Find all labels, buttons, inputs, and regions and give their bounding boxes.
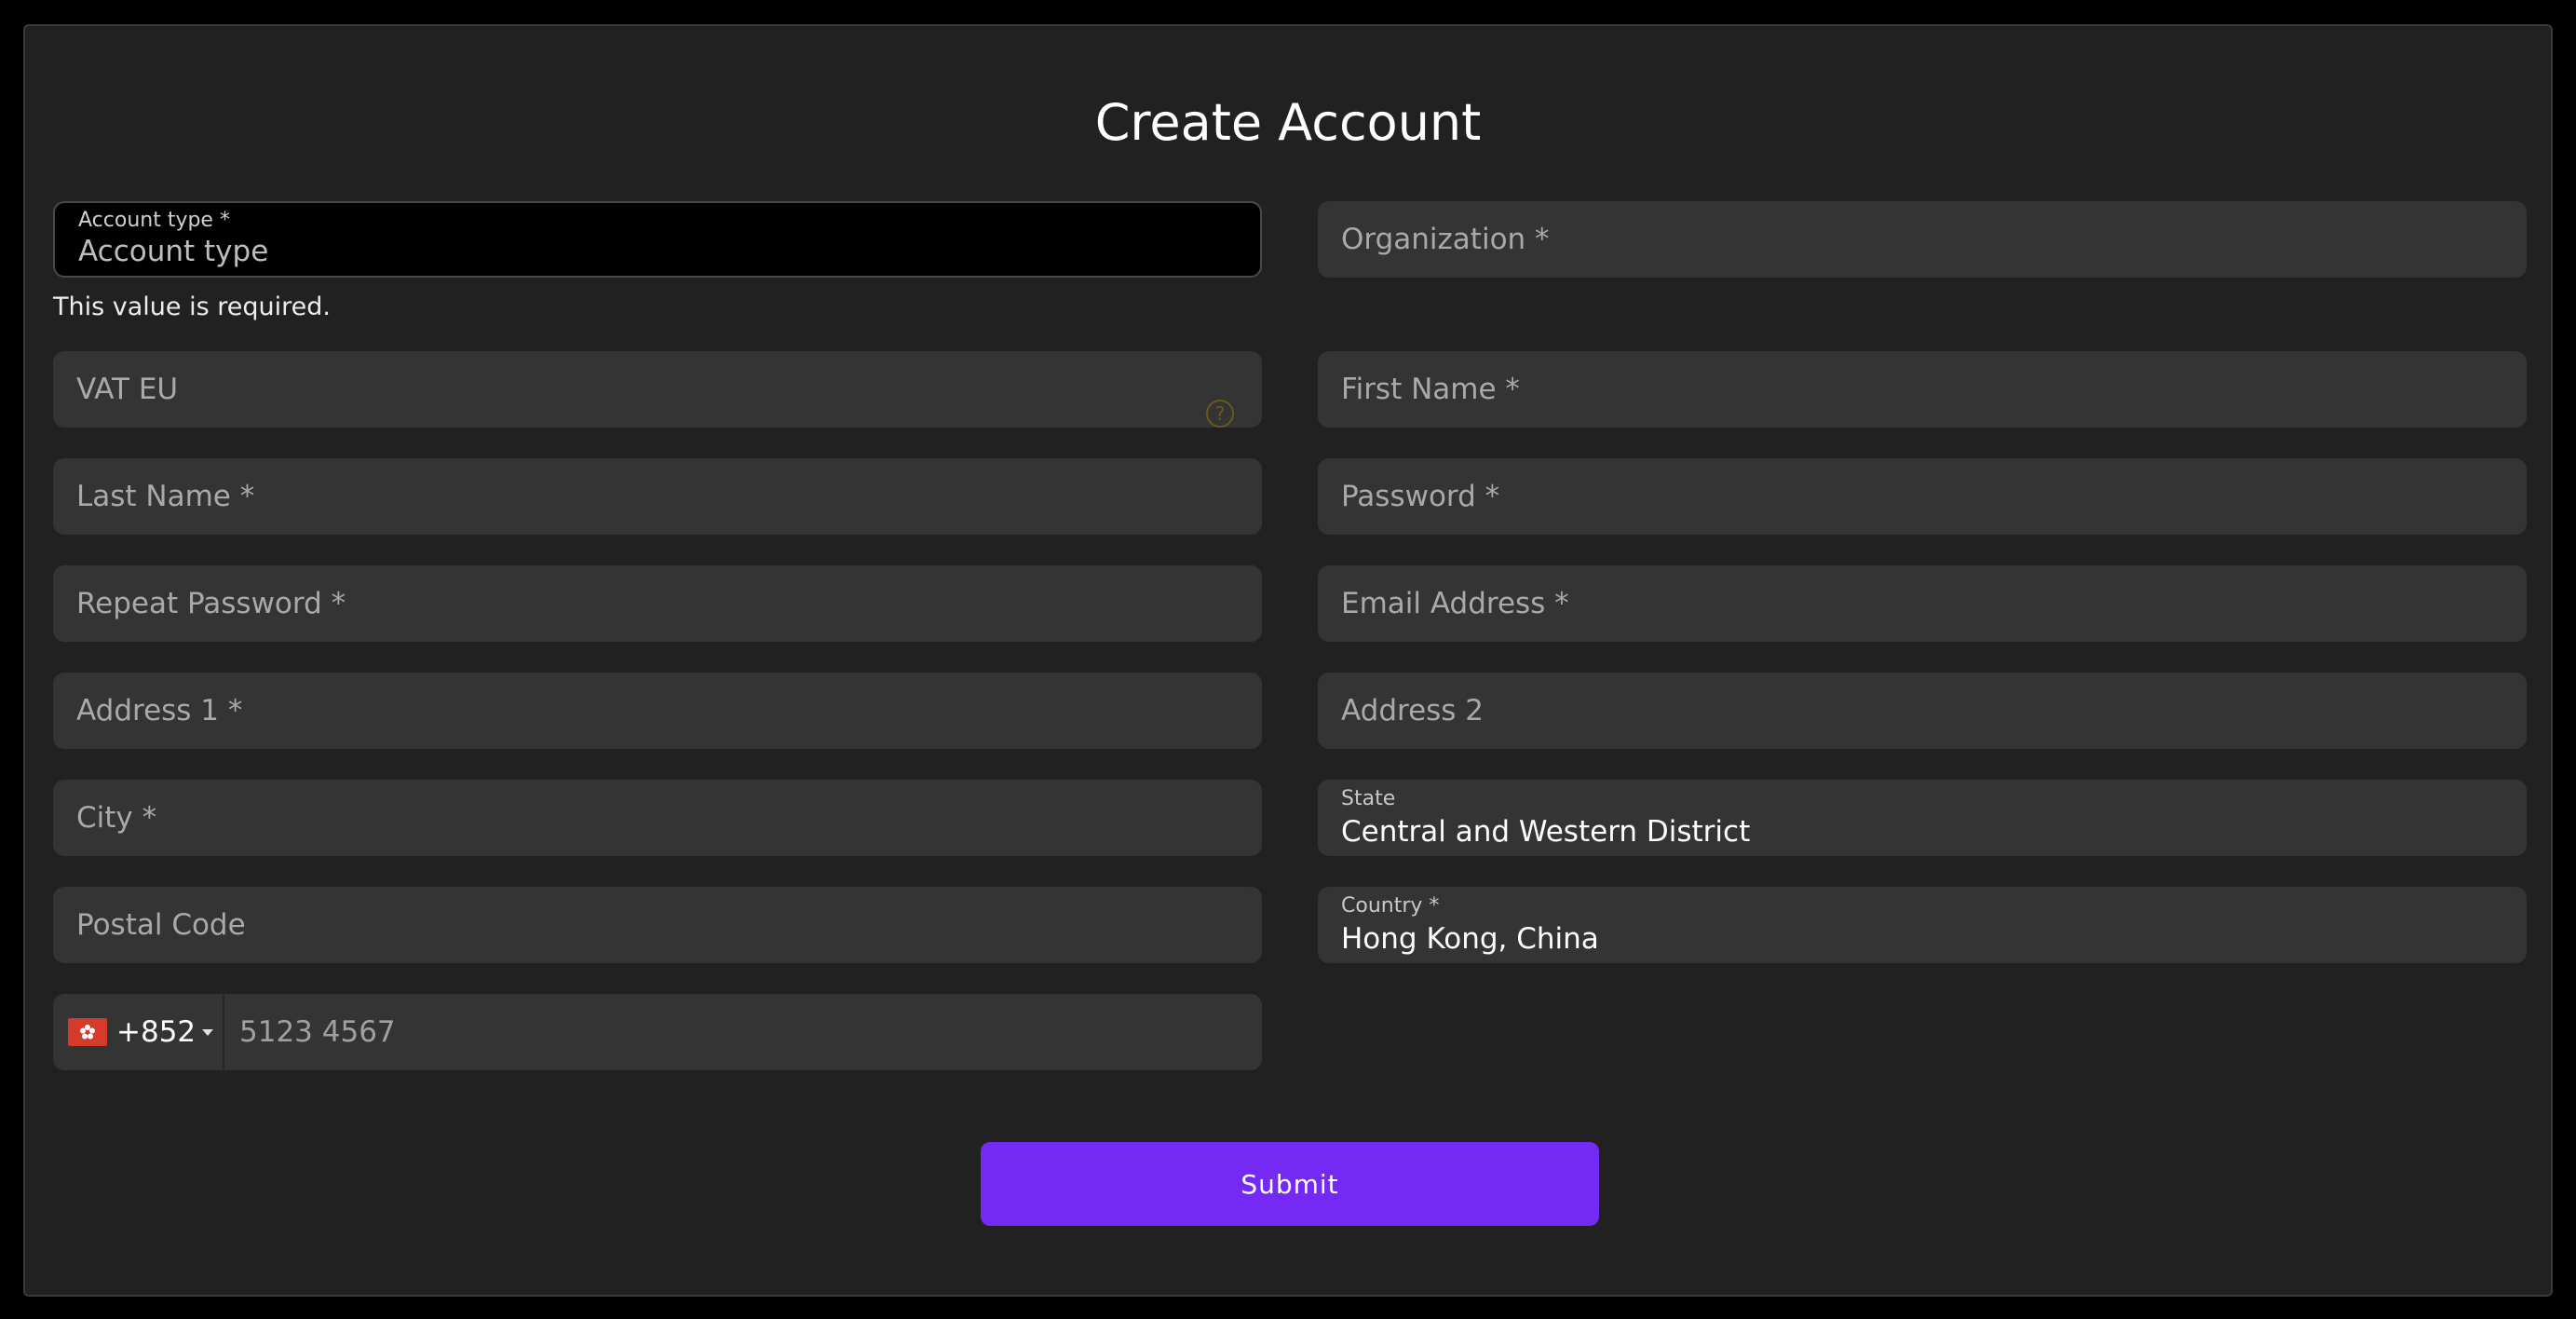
help-icon[interactable]: ?: [1206, 400, 1234, 428]
postal-code-placeholder: Postal Code: [76, 908, 246, 942]
account-type-select[interactable]: Account type * Account type: [53, 201, 1262, 278]
last-name-field[interactable]: Last Name *: [53, 458, 1262, 535]
organization-field[interactable]: Organization *: [1318, 201, 2527, 278]
last-name-placeholder: Last Name *: [76, 480, 255, 513]
hong-kong-flag-icon: [68, 1018, 107, 1046]
country-value: Hong Kong, China: [1341, 922, 1599, 956]
address1-field[interactable]: Address 1 *: [53, 673, 1262, 749]
address1-placeholder: Address 1 *: [76, 694, 243, 727]
phone-field: +852 5123 4567: [53, 994, 1262, 1070]
password-field[interactable]: Password *: [1318, 458, 2527, 535]
city-field[interactable]: City *: [53, 780, 1262, 856]
page-title: Create Account: [1094, 93, 1482, 152]
state-select[interactable]: State Central and Western District: [1318, 780, 2527, 856]
phone-input[interactable]: 5123 4567: [239, 994, 396, 1070]
country-code-select[interactable]: +852: [53, 994, 224, 1070]
account-type-label: Account type *: [78, 209, 230, 232]
first-name-placeholder: First Name *: [1341, 373, 1520, 406]
organization-placeholder: Organization *: [1341, 223, 1550, 256]
vat-eu-placeholder: VAT EU: [76, 373, 179, 406]
account-type-placeholder: Account type: [78, 235, 269, 268]
email-placeholder: Email Address *: [1341, 587, 1569, 620]
postal-code-field[interactable]: Postal Code: [53, 887, 1262, 963]
country-select[interactable]: Country * Hong Kong, China: [1318, 887, 2527, 963]
vat-eu-field[interactable]: VAT EU ?: [53, 351, 1262, 428]
city-placeholder: City *: [76, 801, 157, 835]
first-name-field[interactable]: First Name *: [1318, 351, 2527, 428]
caret-down-icon: [202, 1029, 213, 1036]
country-label: Country *: [1341, 894, 1440, 918]
state-label: State: [1341, 787, 1396, 810]
email-field[interactable]: Email Address *: [1318, 565, 2527, 642]
account-type-error: This value is required.: [53, 292, 331, 321]
create-account-card: Create Account Account type * Account ty…: [23, 24, 2553, 1297]
state-value: Central and Western District: [1341, 815, 1751, 849]
password-placeholder: Password *: [1341, 480, 1500, 513]
address2-field[interactable]: Address 2: [1318, 673, 2527, 749]
dial-code: +852: [116, 1015, 197, 1049]
repeat-password-placeholder: Repeat Password *: [76, 587, 346, 620]
submit-button[interactable]: Submit: [981, 1142, 1599, 1226]
address2-placeholder: Address 2: [1341, 694, 1485, 727]
repeat-password-field[interactable]: Repeat Password *: [53, 565, 1262, 642]
